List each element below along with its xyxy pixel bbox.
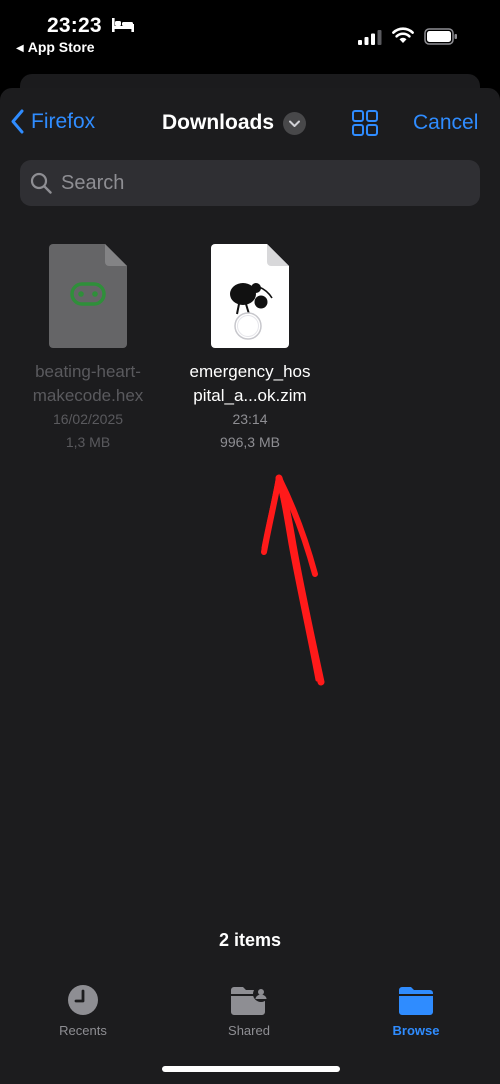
back-triangle-icon: ◀ (16, 43, 24, 54)
file-name-line1: emergency_hos (189, 362, 311, 381)
folder-icon (399, 987, 433, 1015)
tab-label: Browse (392, 1023, 440, 1038)
kiwix-zim-icon (211, 244, 289, 348)
red-arrow-annotation (261, 474, 325, 686)
battery-icon (424, 28, 457, 45)
search-field[interactable]: Search (20, 160, 480, 206)
hex-file-icon (49, 244, 127, 348)
file-date: 23:14 (232, 411, 268, 427)
file-size: 996,3 MB (220, 434, 280, 450)
tab-browse[interactable]: Browse (361, 984, 471, 1038)
file-name-line1: beating-heart- (35, 362, 141, 381)
tab-label: Shared (228, 1023, 270, 1038)
cancel-button[interactable]: Cancel (413, 111, 478, 135)
signal-icon (358, 30, 382, 45)
status-bar: 23:23 ◀ App Store (0, 0, 500, 70)
back-button[interactable]: Firefox (10, 109, 95, 134)
back-button-label: Firefox (31, 109, 96, 133)
chevron-down-icon (289, 120, 300, 127)
back-app-label: App Store (27, 39, 95, 55)
file-item[interactable]: emergency_hos pital_a...ok.zim 23:14 996… (175, 242, 325, 454)
file-size: 1,3 MB (65, 434, 111, 450)
tab-label: Recents (59, 1023, 107, 1038)
bed-icon (112, 18, 134, 32)
tab-recents[interactable]: Recents (28, 984, 138, 1038)
clock-icon (68, 985, 98, 1015)
page-title[interactable]: Downloads (162, 111, 274, 135)
back-to-app-link[interactable]: ◀ App Store (16, 39, 95, 55)
home-indicator[interactable] (162, 1066, 340, 1072)
shared-folder-icon (231, 986, 269, 1015)
file-name-line2: makecode.hex (32, 386, 144, 405)
file-name-line2: pital_a...ok.zim (193, 386, 307, 405)
search-placeholder: Search (61, 172, 125, 194)
title-menu-button[interactable] (283, 112, 306, 135)
chevron-left-icon (11, 109, 24, 134)
item-count: 2 items (218, 930, 282, 950)
search-icon (30, 172, 52, 194)
tab-shared[interactable]: Shared (194, 984, 304, 1038)
grid-view-icon[interactable] (352, 110, 378, 136)
file-date: 16/02/2025 (52, 411, 124, 427)
status-time: 23:23 (47, 14, 102, 37)
file-item[interactable]: beating-heart- makecode.hex 16/02/2025 1… (18, 242, 158, 454)
wifi-icon (392, 27, 414, 43)
